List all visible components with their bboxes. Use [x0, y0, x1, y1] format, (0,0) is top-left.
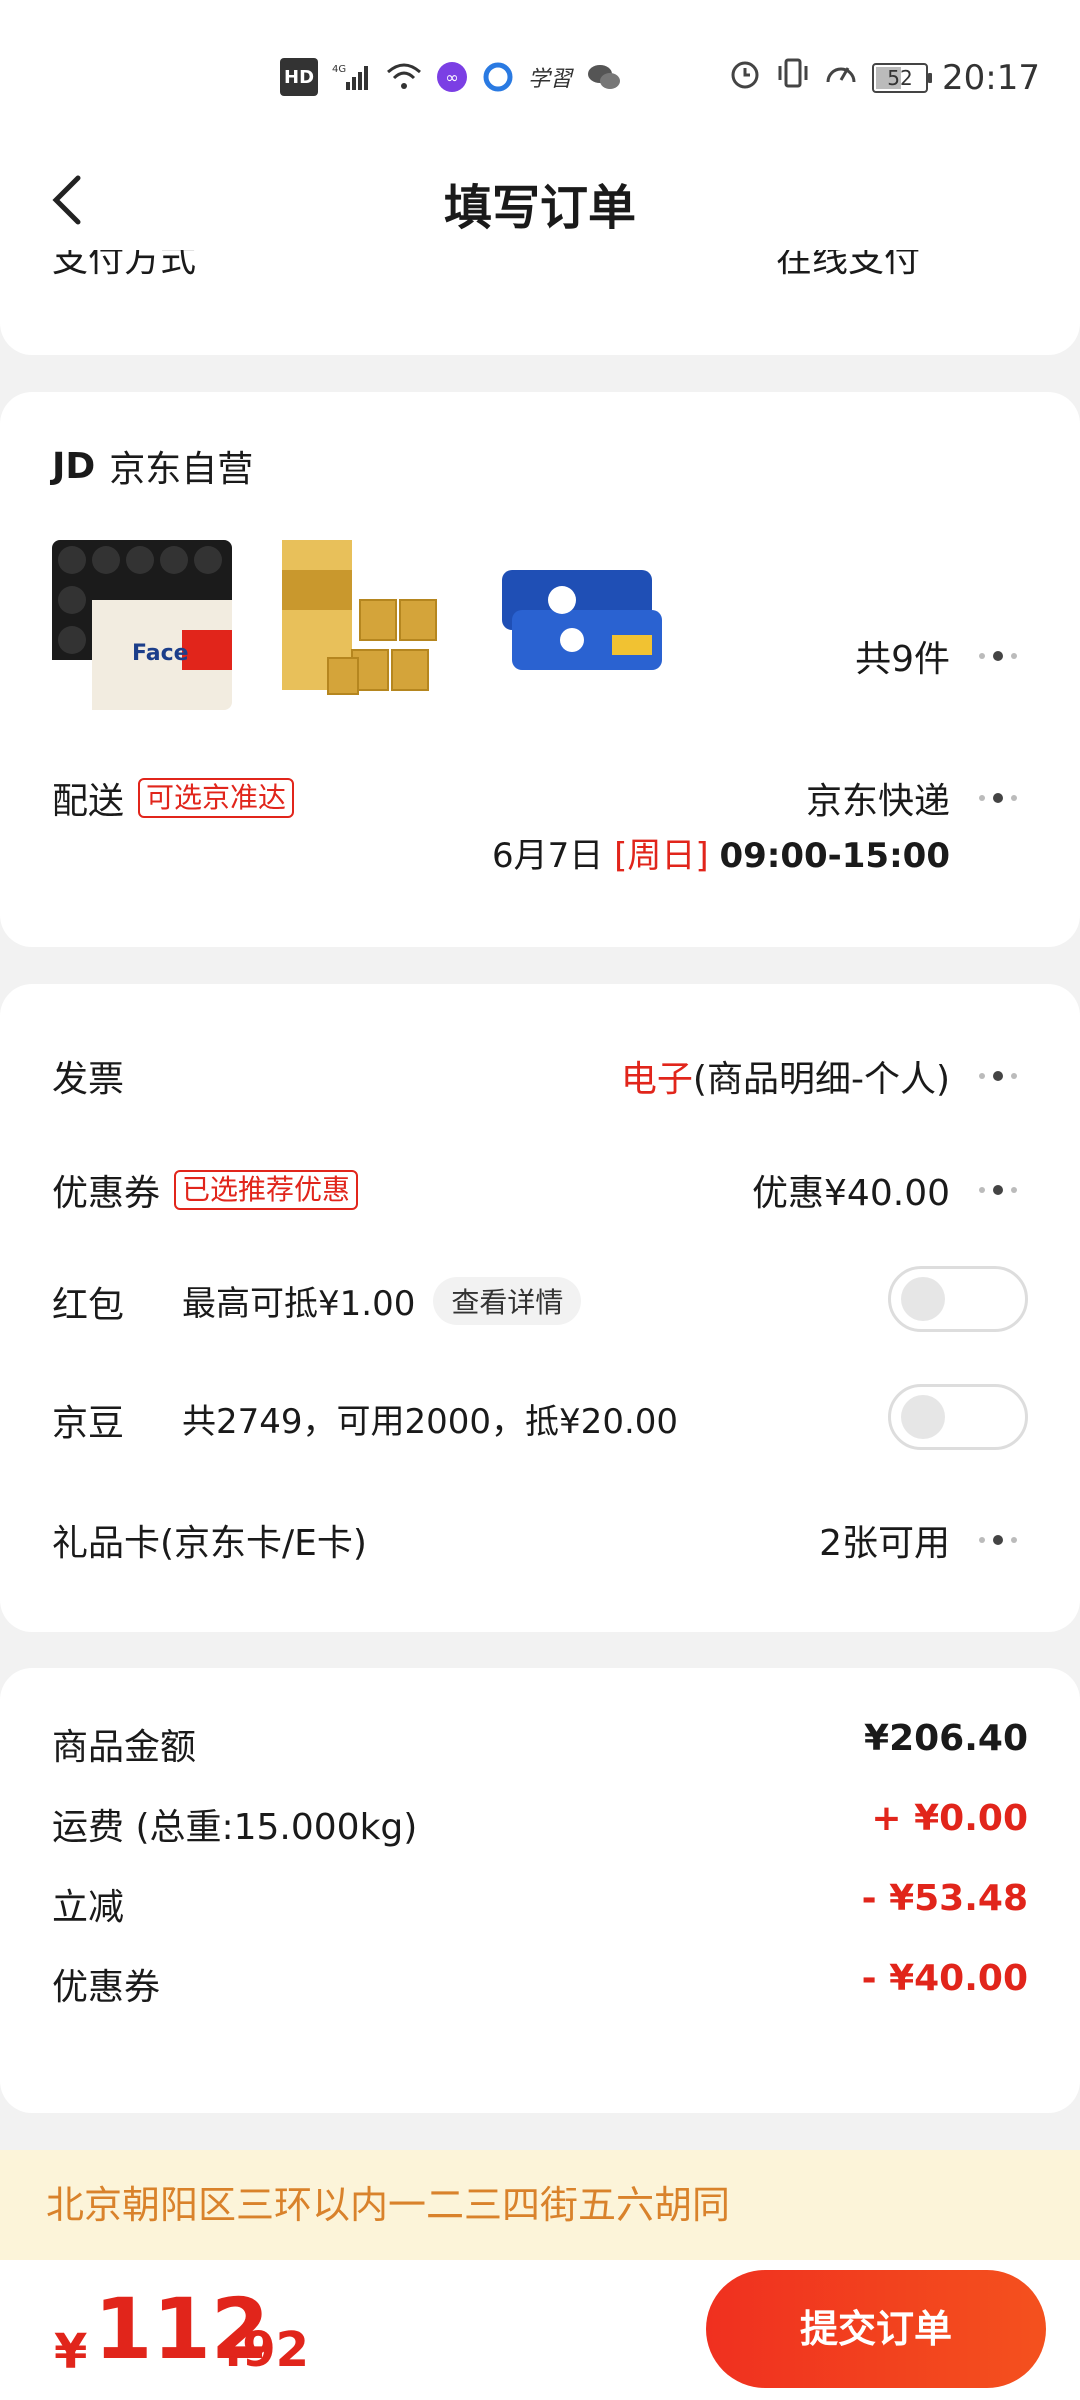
shop-name: 京东自营 — [109, 449, 254, 490]
jingdou-label: 京豆 — [52, 1403, 125, 1444]
redpacket-desc-group: 最高可抵¥1.00 查看详情 — [182, 1276, 582, 1325]
invoice-row[interactable]: 发票 电子(商品明细-个人) — [52, 1050, 1028, 1110]
product-count-row[interactable]: 共9件 — [855, 630, 1028, 682]
coupon-value: 优惠¥40.00 — [752, 1173, 950, 1214]
battery-level: 52 — [887, 65, 913, 90]
invoice-label: 发票 — [52, 1059, 125, 1100]
clock-time: 20:17 — [942, 57, 1040, 98]
more-icon — [968, 646, 1028, 666]
more-icon — [968, 1180, 1028, 1200]
product-tissue-qingfeng-image — [272, 540, 452, 710]
redpacket-detail-button[interactable]: 查看详情 — [433, 1276, 582, 1325]
wechat-icon — [586, 60, 622, 94]
header: 填写订单 — [0, 150, 1080, 250]
price-decimal: .92 — [224, 2322, 310, 2378]
svg-text:∞: ∞ — [445, 68, 458, 87]
goods-value: ¥206.40 — [864, 1718, 1028, 1759]
shop-header: JD 京东自营 — [52, 440, 253, 492]
toggle-knob — [901, 1395, 945, 1439]
giftcard-value: 2张可用 — [819, 1523, 950, 1564]
shipping-label: 运费 (总重:15.000kg) — [52, 1807, 418, 1848]
delivery-label: 配送 — [52, 781, 125, 822]
more-icon — [968, 1066, 1028, 1086]
speed-icon — [824, 56, 858, 99]
courier-name: 京东快递 — [805, 781, 950, 822]
browser-icon — [482, 60, 514, 94]
jingdou-desc: 共2749，可用2000，抵¥20.00 — [182, 1402, 679, 1442]
more-icon — [968, 788, 1028, 808]
address-bar[interactable]: 北京朝阳区三环以内一二三四街五六胡同 — [0, 2150, 1080, 2260]
alarm-icon — [728, 56, 762, 99]
invoice-value: 电子(商品明细-个人) — [621, 1050, 950, 1102]
delivery-time: 6月7日 [周日] 09:00-15:00 — [492, 828, 950, 877]
price-currency: ¥ — [54, 2324, 88, 2380]
page-title: 填写订单 — [443, 180, 636, 236]
invoice-detail: (商品明细-个人) — [692, 1059, 950, 1100]
giftcard-row[interactable]: 礼品卡(京东卡/E卡) 2张可用 — [52, 1514, 1028, 1574]
network-type-label: 4G — [332, 64, 346, 75]
invoice-value-group: 电子(商品明细-个人) — [621, 1050, 1028, 1102]
jingdou-row: 京豆 共2749，可用2000，抵¥20.00 — [52, 1384, 1028, 1454]
giftcard-value-group: 2张可用 — [819, 1514, 1028, 1566]
status-bar: HD 4G ∞ 学習 52 20:17 — [0, 0, 1080, 150]
product-wet-wipes-image — [492, 540, 672, 710]
toggle-knob — [901, 1277, 945, 1321]
summary-coupon-value: - ¥40.00 — [861, 1958, 1028, 1999]
vibrate-icon — [776, 56, 810, 99]
shop-card: JD 京东自营 Face 共9件 配送 可选京准达 京东快递 6月7日 [周日]… — [0, 392, 1080, 947]
summary-card: 商品金额 ¥206.40 运费 (总重:15.000kg) + ¥0.00 立减… — [0, 1668, 1080, 2113]
redpacket-row: 红包 最高可抵¥1.00 查看详情 — [52, 1266, 1028, 1336]
more-icon — [968, 1530, 1028, 1550]
submit-order-button[interactable]: 提交订单 — [706, 2270, 1046, 2388]
payment-value: 在线支付 — [775, 250, 920, 280]
status-right: 52 20:17 — [728, 56, 1040, 99]
giftcard-label: 礼品卡(京东卡/E卡) — [52, 1523, 367, 1564]
coupon-label-group: 优惠券 已选推荐优惠 — [52, 1164, 359, 1216]
delivery-courier-row: 京东快递 — [806, 772, 1028, 824]
benefits-card: 发票 电子(商品明细-个人) 优惠券 已选推荐优惠 优惠¥40.00 红包 最高… — [0, 984, 1080, 1632]
jd-logo-icon: JD — [52, 445, 96, 487]
delivery-window: 09:00-15:00 — [719, 836, 950, 876]
delivery-date: 6月7日 — [492, 836, 604, 876]
hd-icon: HD — [280, 58, 319, 96]
bottom-bar: ¥ 112 .92 提交订单 — [0, 2260, 1080, 2400]
delivery-weekday: [周日] — [614, 836, 709, 876]
coupon-tag: 已选推荐优惠 — [174, 1170, 359, 1210]
product-count: 共9件 — [855, 639, 950, 680]
invoice-type: 电子 — [620, 1059, 693, 1100]
goods-label: 商品金额 — [52, 1727, 197, 1768]
jingdou-toggle[interactable] — [888, 1384, 1028, 1450]
wifi-icon — [386, 60, 422, 94]
app-icon: ∞ — [436, 60, 468, 94]
summary-coupon-label: 优惠券 — [52, 1967, 161, 2008]
status-left-icons: HD 4G ∞ 学習 — [280, 58, 622, 96]
signal-icon: 4G — [332, 60, 372, 94]
svg-text:Face: Face — [132, 641, 189, 666]
discount-label: 立减 — [52, 1887, 125, 1928]
payment-label: 支付方式 — [52, 250, 197, 280]
coupon-row[interactable]: 优惠券 已选推荐优惠 优惠¥40.00 — [52, 1164, 1028, 1224]
study-icon: 学習 — [528, 67, 573, 92]
coupon-label: 优惠券 — [52, 1173, 161, 1214]
battery-icon: 52 — [872, 62, 933, 93]
product-list[interactable]: Face — [52, 540, 672, 710]
payment-card[interactable]: 支付方式 在线支付 — [0, 250, 1080, 355]
redpacket-desc: 最高可抵¥1.00 — [182, 1284, 416, 1324]
redpacket-label: 红包 — [52, 1285, 125, 1326]
delivery-tag: 可选京准达 — [138, 778, 295, 818]
redpacket-toggle[interactable] — [888, 1266, 1028, 1332]
delivery-label-group: 配送 可选京准达 — [52, 772, 295, 824]
coupon-value-group: 优惠¥40.00 — [752, 1164, 1028, 1216]
product-tissue-face-image: Face — [52, 540, 232, 710]
discount-value: - ¥53.48 — [861, 1878, 1028, 1919]
delivery-row[interactable]: 配送 可选京准达 京东快递 6月7日 [周日] 09:00-15:00 — [52, 772, 1028, 892]
shipping-value: + ¥0.00 — [871, 1798, 1028, 1839]
